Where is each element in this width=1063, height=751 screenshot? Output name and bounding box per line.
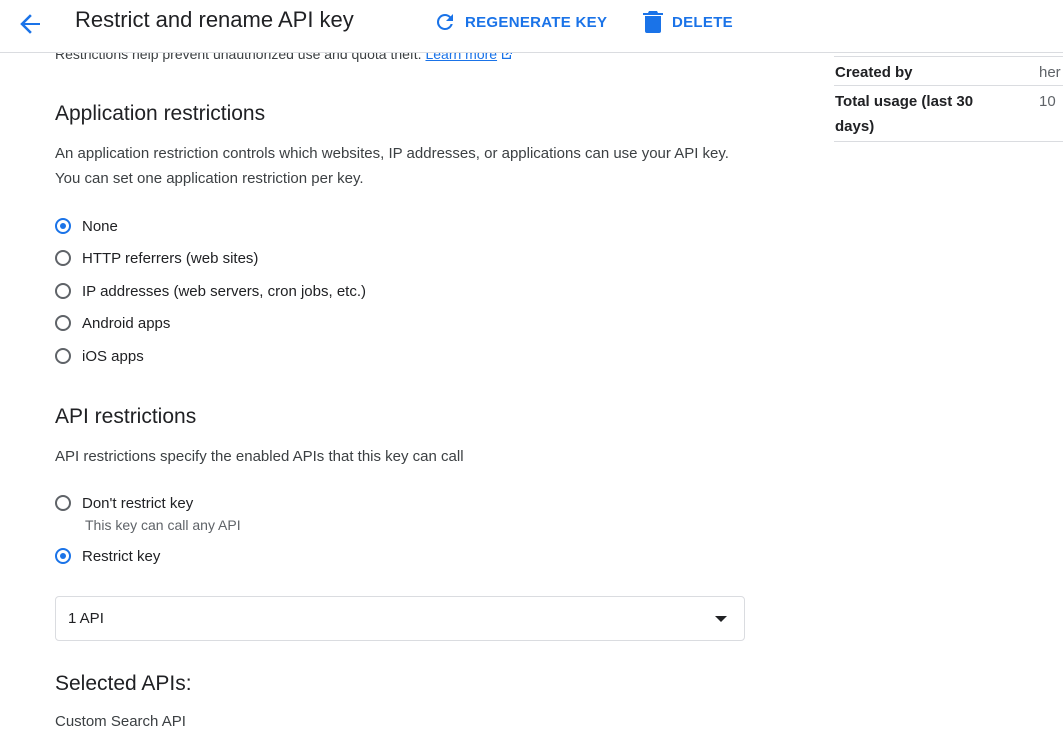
radio-label: HTTP referrers (web sites): [82, 249, 259, 267]
regenerate-key-button[interactable]: REGENERATE KEY: [433, 10, 607, 34]
total-usage-value: 10: [1039, 93, 1056, 110]
radio-unselected-icon: [55, 315, 71, 331]
total-usage-row: Total usage (last 30 days) 10: [834, 85, 1063, 142]
radio-unselected-icon: [55, 495, 71, 511]
dont-restrict-key-radio[interactable]: Don't restrict key: [55, 492, 193, 514]
header-bar: Restrict and rename API key REGENERATE K…: [0, 0, 1063, 53]
radio-label: Restrict key: [82, 547, 161, 565]
total-usage-label: Total usage (last 30 days): [835, 93, 974, 135]
radio-label: IP addresses (web servers, cron jobs, et…: [82, 282, 367, 300]
back-button[interactable]: [14, 8, 46, 40]
app-restriction-ios-radio[interactable]: iOS apps: [55, 345, 144, 367]
arrow-back-icon: [20, 14, 40, 34]
created-by-value: her: [1039, 64, 1061, 81]
refresh-icon: [436, 13, 453, 30]
created-by-row: Created by her: [834, 56, 1063, 86]
dont-restrict-key-hint: This key can call any API: [85, 517, 241, 533]
page-title: Restrict and rename API key: [75, 7, 354, 32]
restrict-key-radio[interactable]: Restrict key: [55, 545, 160, 567]
application-restrictions-title: Application restrictions: [55, 102, 266, 125]
trash-icon: [643, 11, 663, 33]
app-restriction-ip-addresses-radio[interactable]: IP addresses (web servers, cron jobs, et…: [55, 280, 366, 302]
radio-selected-icon: [55, 548, 71, 564]
radio-selected-icon: [55, 218, 71, 234]
radio-label: Android apps: [82, 314, 171, 332]
app-restriction-http-referrers-radio[interactable]: HTTP referrers (web sites): [55, 247, 258, 269]
selected-api-item: Custom Search API: [55, 713, 186, 730]
radio-label: iOS apps: [82, 347, 144, 365]
api-restrictions-title: API restrictions: [55, 405, 197, 428]
radio-unselected-icon: [55, 250, 71, 266]
radio-unselected-icon: [55, 283, 71, 299]
selected-apis-title: Selected APIs:: [55, 672, 192, 695]
regenerate-key-label: REGENERATE KEY: [465, 13, 608, 31]
radio-label: Don't restrict key: [82, 494, 194, 512]
api-restrictions-description: API restrictions specify the enabled API…: [55, 448, 464, 465]
delete-label: DELETE: [672, 13, 733, 31]
delete-button[interactable]: DELETE: [642, 10, 733, 34]
caret-down-icon: [715, 616, 727, 622]
api-select-dropdown[interactable]: 1 API: [55, 596, 745, 641]
api-select-value: 1 API: [68, 610, 104, 627]
radio-label: None: [82, 217, 118, 235]
application-restrictions-description: An application restriction controls whic…: [55, 145, 729, 187]
radio-unselected-icon: [55, 348, 71, 364]
app-restriction-android-radio[interactable]: Android apps: [55, 312, 170, 334]
created-by-label: Created by: [835, 64, 913, 81]
app-restriction-none-radio[interactable]: None: [55, 215, 118, 237]
